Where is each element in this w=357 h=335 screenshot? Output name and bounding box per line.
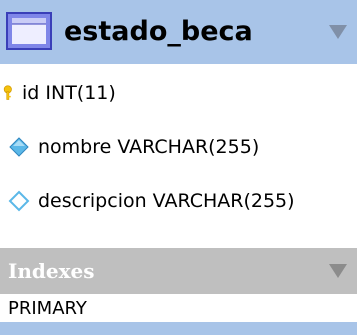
table-name: estado_beca (64, 16, 253, 47)
chevron-down-icon[interactable] (329, 264, 347, 278)
index-label: PRIMARY (8, 298, 87, 319)
chevron-down-icon[interactable] (329, 25, 347, 39)
table-icon (6, 12, 52, 50)
indexes-label: Indexes (8, 259, 95, 283)
column-label: descripcion VARCHAR(255) (38, 190, 295, 212)
primary-key-icon (3, 85, 12, 100)
indexes-header[interactable]: Indexes (0, 248, 357, 294)
table-header[interactable]: estado_beca (0, 0, 357, 64)
column-row-nombre[interactable]: nombre VARCHAR(255) (0, 122, 357, 172)
index-row-primary[interactable]: PRIMARY (0, 296, 357, 322)
nullable-column-icon (8, 190, 30, 212)
column-label: id INT(11) (22, 82, 116, 104)
column-label: nombre VARCHAR(255) (38, 136, 260, 158)
not-null-column-icon (9, 137, 29, 157)
table-card: estado_beca id INT(11) nombre VARCHAR(25… (0, 0, 357, 335)
column-row-descripcion[interactable]: descripcion VARCHAR(255) (0, 176, 357, 226)
column-row-id[interactable]: id INT(11) (0, 68, 357, 118)
table-footer (0, 322, 357, 335)
